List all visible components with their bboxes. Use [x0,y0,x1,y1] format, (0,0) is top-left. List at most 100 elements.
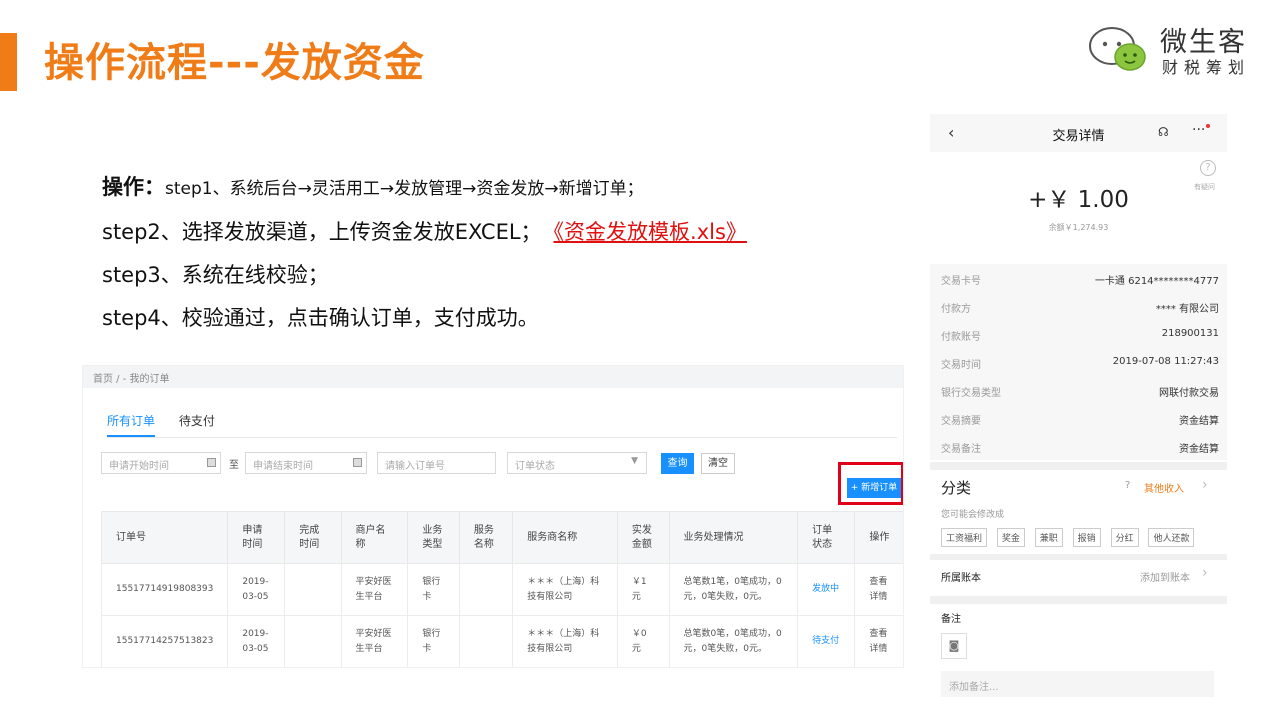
breadcrumb: 首页 / - 我的订单 [83,366,903,388]
order-tabs: 所有订单 待支付 [107,412,235,437]
tab-divider [107,437,897,438]
merchant-cell: 平安好医生平台 [340,563,409,616]
provider-cell: ＊＊＊（上海）科技有限公司 [512,563,618,616]
orders-table: 订单号 申请时间 完成时间 商户名称 业务类型 服务名称 服务商名称 实发金额 … [100,511,903,667]
column-header: 服务商名称 [512,511,618,564]
title-accent-bar [0,33,17,91]
category-title: 分类 [941,479,972,497]
category-tag[interactable]: 奖金 [996,528,1025,547]
note-input[interactable]: 添加备注... [941,671,1214,697]
note-label: 备注 [941,614,961,625]
detail-row: 银行交易类型 网联付款交易 [930,376,1227,404]
detail-row: 付款方 **** 有限公司 [930,292,1227,320]
detail-key: 付款账号 [941,332,981,343]
column-header: 订单状态 [797,511,856,564]
order-number-input[interactable]: 请输入订单号 [377,452,496,474]
detail-value: **** 有限公司 [1155,304,1219,315]
question-icon[interactable]: ? [1200,160,1216,176]
detail-key: 付款方 [941,304,971,315]
detail-value: 网联付款交易 [1159,388,1219,399]
category-tags: 工资福利 奖金 兼职 报销 分红 他人还款 [941,528,1201,547]
category-tag[interactable]: 工资福利 [941,528,988,547]
category-hint: 您可能会修改成 [941,510,1005,520]
section-divider [930,462,1227,470]
column-header: 实发金额 [616,511,670,564]
category-value[interactable]: 其他收入 [1144,480,1184,495]
category-tag[interactable]: 分红 [1110,528,1139,547]
camera-icon[interactable]: ◙ [941,633,967,659]
step3-text: step3、系统在线校验； [102,263,329,287]
apply-time-cell: 2019-03-05 [227,615,286,667]
step1-text: step1、系统后台→灵活用工→发放管理→资金发放→新增订单； [165,179,644,199]
phone-header: ‹ 交易详情 ☊ ··· [930,114,1227,152]
account-balance: 余额￥1,274.93 [1048,223,1109,232]
transaction-amount: +￥ 1.00 [1028,187,1129,213]
table-row: 15517714919808393 2019-03-05 平安好医生平台 银行卡… [100,563,903,616]
template-download-link[interactable]: 《资金发放模板.xls》 [554,220,747,244]
column-header: 完成时间 [284,511,342,564]
chat-bubbles-logo-icon [1089,27,1146,71]
phone-page-title: 交易详情 [1052,129,1105,144]
detail-value: 资金结算 [1179,444,1219,455]
biz-type-cell: 银行卡 [407,563,460,616]
new-order-button[interactable]: + 新增订单 [847,478,901,498]
step4-text: step4、校验通过，点击确认订单，支付成功。 [102,306,539,330]
view-details-link[interactable]: 查看详情 [854,563,903,616]
calendar-icon [207,458,216,467]
column-header: 服务名称 [458,511,514,564]
detail-value: 一卡通 6214********4777 [1094,276,1219,287]
provider-cell: ＊＊＊（上海）科技有限公司 [512,615,618,667]
detail-row: 交易时间 2019-07-08 11:27:43 [930,348,1227,376]
end-date-input[interactable]: 申请结束时间 [245,452,367,474]
chevron-right-icon[interactable]: › [1202,477,1208,493]
column-header: 业务类型 [407,511,460,564]
detail-key: 交易摘要 [941,416,981,427]
column-header: 操作 [854,511,903,564]
order-number-cell: 15517714257513823 [100,615,229,667]
detail-key: 交易卡号 [941,276,981,287]
order-status-select[interactable]: 订单状态 ▼ [507,452,647,474]
tab-all-orders[interactable]: 所有订单 [107,412,156,437]
detail-value: 2019-07-08 11:27:43 [1112,356,1219,367]
view-details-link[interactable]: 查看详情 [854,615,903,667]
column-header: 申请时间 [227,511,286,564]
column-header: 商户名称 [340,511,409,564]
query-button[interactable]: 查询 [661,453,694,474]
chevron-down-icon: ▼ [631,456,638,466]
start-date-input[interactable]: 申请开始时间 [101,452,221,474]
order-list-screenshot: 首页 / - 我的订单 所有订单 待支付 申请开始时间 至 申请结束时间 请输入… [82,365,904,668]
finish-time-cell [284,615,342,667]
chevron-right-icon[interactable]: › [1202,565,1208,581]
merchant-cell: 平安好医生平台 [340,615,409,667]
steps-text-block: 操作：step1、系统后台→灵活用工→发放管理→资金发放→新增订单； step2… [102,166,747,340]
headset-icon[interactable]: ☊ [1158,125,1169,139]
detail-key: 银行交易类型 [941,388,1001,399]
brand-logo: 微生客 财税筹划 [1088,20,1258,77]
status-cell: 待支付 [797,615,856,667]
question-icon: ? [1125,480,1131,491]
amount-cell: ￥0元 [616,615,670,667]
table-header-row: 订单号 申请时间 完成时间 商户名称 业务类型 服务名称 服务商名称 实发金额 … [100,511,903,564]
add-to-account-book-link[interactable]: 添加到账本 [1140,569,1190,584]
category-tag[interactable]: 报销 [1072,528,1101,547]
steps-label: 操作： [102,175,165,199]
account-book-label: 所属账本 [941,573,981,584]
date-range-separator: 至 [229,460,239,471]
tab-pending-payment[interactable]: 待支付 [179,412,215,435]
column-header: 订单号 [100,511,229,564]
section-divider [930,596,1227,604]
amount-cell: ￥1元 [616,563,670,616]
finish-time-cell [284,563,342,616]
table-row: 15517714257513823 2019-03-05 平安好医生平台 银行卡… [100,615,903,667]
category-tag[interactable]: 他人还款 [1148,528,1195,547]
transaction-detail-screenshot: ‹ 交易详情 ☊ ··· ? 有疑问 +￥ 1.00 余额￥1,274.93 交… [930,114,1227,704]
section-divider [930,554,1227,560]
detail-value: 218900131 [1161,328,1219,339]
slide-title: 操作流程---发放资金 [44,40,425,86]
more-icon[interactable]: ··· [1192,122,1205,138]
clear-button[interactable]: 清空 [701,453,735,474]
category-tag[interactable]: 兼职 [1034,528,1063,547]
detail-key: 交易时间 [941,360,981,371]
detail-row: 交易备注 资金结算 [930,432,1227,460]
process-cell: 总笔数1笔，0笔成功，0元，0笔失败，0元。 [668,563,799,616]
